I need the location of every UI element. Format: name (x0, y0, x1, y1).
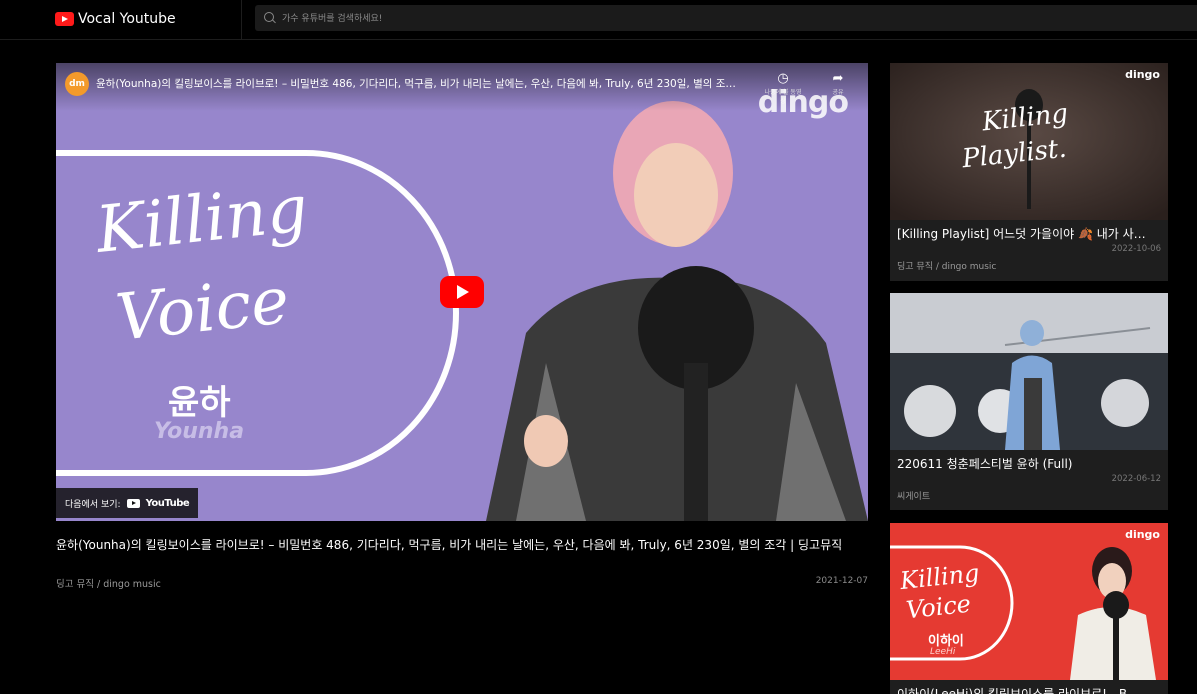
header-divider (241, 0, 242, 39)
channel-avatar[interactable]: dm (65, 72, 89, 96)
thumb-logo: dingo (1125, 528, 1160, 541)
youtube-mini-icon (126, 498, 140, 508)
search-icon (264, 12, 274, 22)
youtube-wordmark: YouTube (145, 497, 190, 509)
card-title[interactable]: 이하이(LeeHi)의 킬링보이스를 라이브로! - B… (897, 685, 1161, 694)
top-header: Vocal Youtube (0, 0, 1197, 40)
sidebar-video-card[interactable]: dingo Killing Playlist. [Killing Playlis… (890, 63, 1168, 281)
thumb-artist-en: Younha (154, 419, 245, 444)
brand-link[interactable]: Vocal Youtube (55, 8, 176, 30)
video-player[interactable]: Killing Voice 윤하 Younha dm 윤하(Younha)의 킬… (56, 63, 868, 521)
thumb-logo: dingo (1125, 68, 1160, 81)
card-channel[interactable]: 씨게이트 (897, 489, 930, 502)
card-title[interactable]: 220611 청춘페스티벌 윤하 (Full) (897, 455, 1161, 472)
main-video-title[interactable]: 윤하(Younha)의 킬링보이스를 라이브로! – 비밀번호 486, 기다리… (56, 535, 868, 555)
player-overlay-title[interactable]: 윤하(Younha)의 킬링보이스를 라이브로! – 비밀번호 486, 기다리… (96, 76, 736, 91)
card-channel[interactable]: 딩고 뮤직 / dingo music (897, 259, 996, 272)
play-button[interactable] (440, 276, 484, 308)
search-input[interactable] (280, 5, 1184, 33)
card-date: 2022-10-06 (1111, 244, 1161, 254)
card-date: 2022-06-12 (1111, 474, 1161, 484)
youtube-logo-icon (55, 12, 74, 26)
sidebar-video-card[interactable]: dingo Killing Voice 이하이 LeeHi 이하이(LeeHi)… (890, 523, 1168, 694)
app-title: Vocal Youtube (78, 11, 176, 27)
search-bar[interactable] (255, 5, 1197, 33)
sidebar-video-card[interactable]: 220611 청춘페스티벌 윤하 (Full) 2022-06-12 씨게이트 (890, 293, 1168, 510)
main-video-channel[interactable]: 딩고 뮤직 / dingo music (56, 576, 161, 590)
thumb-artist-en: LeeHi (930, 647, 956, 657)
dingo-watermark: dingo (757, 85, 849, 120)
watch-on-youtube-button[interactable]: 다음에서 보기: YouTube (56, 488, 199, 518)
watch-on-label: 다음에서 보기: (65, 499, 121, 510)
main-video-date: 2021-12-07 (815, 576, 868, 586)
card-title[interactable]: [Killing Playlist] 어느덧 가을이야 🍂 내가 사… (897, 225, 1161, 242)
thumb-artist-ko: 윤하 (168, 383, 231, 423)
video-thumbnail (890, 293, 1168, 450)
